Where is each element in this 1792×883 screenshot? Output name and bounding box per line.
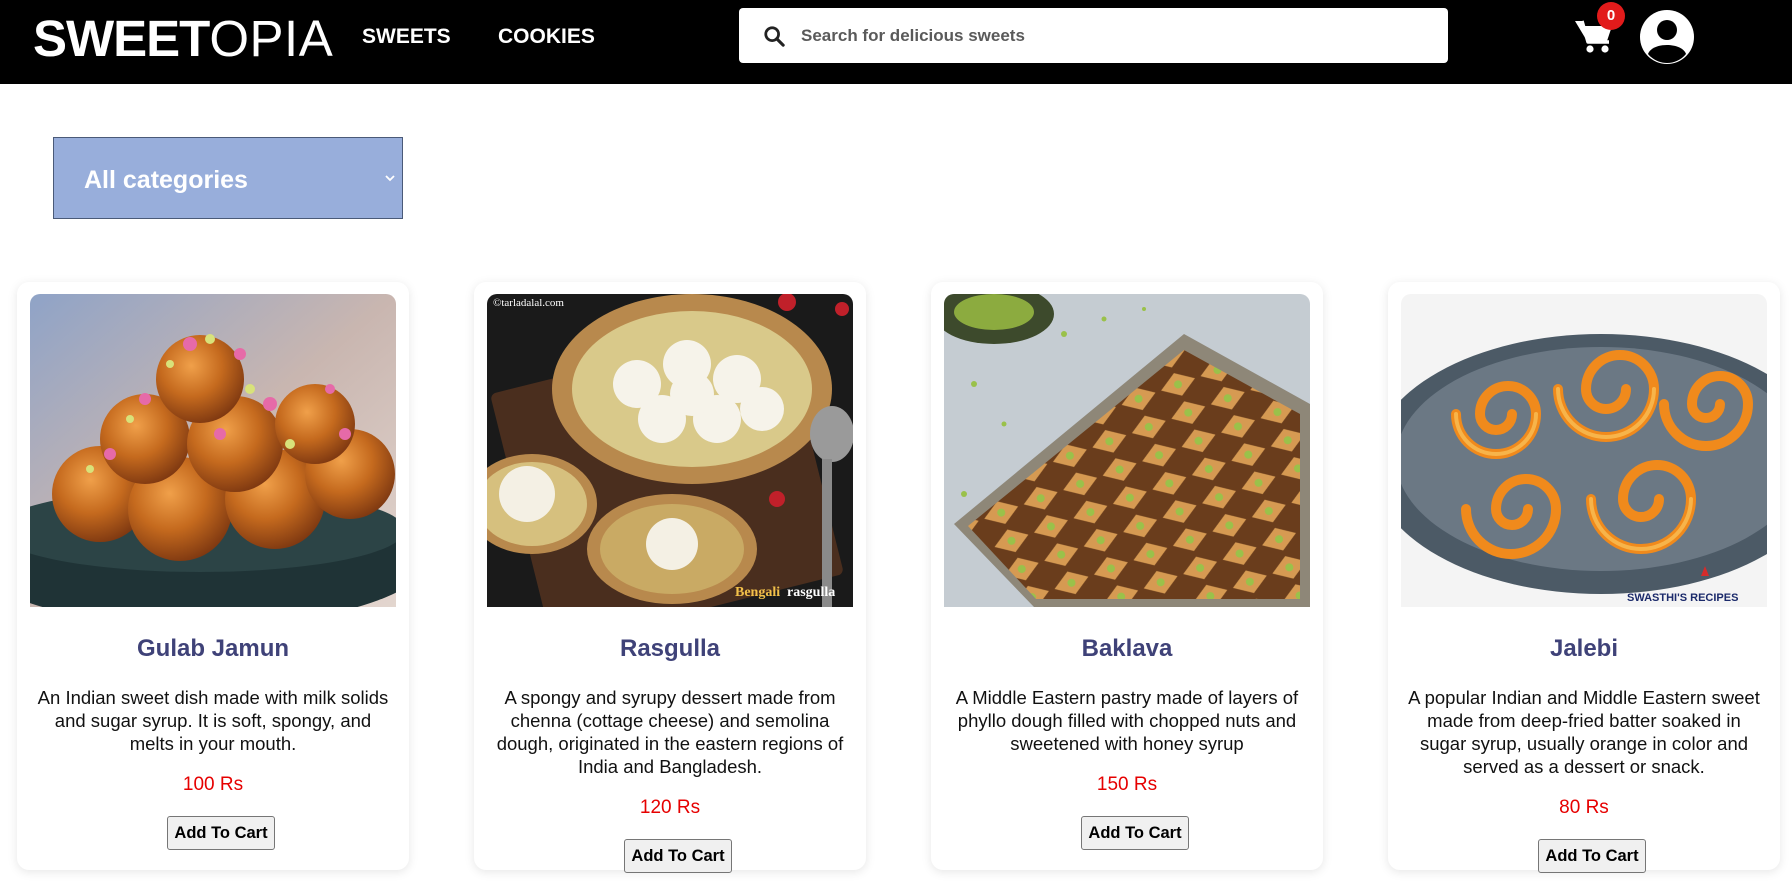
product-card: ©tarladalal.com Bengali rasgulla Rasgull… [474, 282, 866, 873]
brand-logo[interactable]: SWEETOPIA [33, 9, 333, 69]
product-price: 80 Rs [1559, 797, 1609, 818]
product-name: Jalebi [1549, 635, 1619, 662]
category-select-value: All categories [84, 166, 248, 194]
product-price: 120 Rs [639, 797, 701, 818]
add-to-cart-button[interactable]: Add To Cart [1081, 816, 1189, 850]
product-description: An Indian sweet dish made with milk soli… [37, 687, 389, 754]
product-card: Gulab Jamun An Indian sweet dish made wi… [17, 282, 409, 870]
brand-logo-part2: OPIA [209, 10, 334, 67]
product-description: A Middle Eastern pastry made of layers o… [955, 687, 1299, 754]
nav-link-cookies[interactable]: COOKIES [498, 24, 595, 50]
image-watermark: SWASTHI'S RECIPES [1627, 592, 1738, 604]
search-input[interactable] [801, 8, 1431, 63]
image-caption-a: Bengali [735, 585, 780, 600]
search-icon[interactable] [763, 25, 785, 47]
product-image-jalebi: SWASTHI'S RECIPES [1401, 294, 1767, 607]
add-to-cart-button[interactable]: Add To Cart [1538, 839, 1646, 873]
brand-logo-part1: SWEET [33, 10, 210, 67]
product-image-baklava [944, 294, 1310, 607]
product-price: 100 Rs [182, 774, 244, 795]
product-card: Baklava A Middle Eastern pastry made of … [931, 282, 1323, 870]
product-image-rasgulla: ©tarladalal.com Bengali rasgulla [487, 294, 853, 607]
image-watermark: ©tarladalal.com [493, 297, 564, 309]
navbar: SWEETOPIA SWEETS COOKIES 0 [0, 0, 1792, 84]
nav-link-sweets[interactable]: SWEETS [362, 24, 451, 50]
cart-count-badge: 0 [1597, 2, 1625, 30]
product-description: A popular Indian and Middle Eastern swee… [1408, 687, 1760, 777]
product-name: Baklava [1081, 635, 1173, 662]
search-bar [739, 8, 1448, 63]
chevron-down-icon [385, 175, 395, 182]
product-card: SWASTHI'S RECIPES Jalebi A popular India… [1388, 282, 1780, 873]
add-to-cart-button[interactable]: Add To Cart [167, 816, 275, 850]
category-select[interactable]: All categories [53, 137, 403, 219]
add-to-cart-button[interactable]: Add To Cart [624, 839, 732, 873]
user-avatar-icon[interactable] [1639, 9, 1695, 65]
product-price: 150 Rs [1096, 774, 1158, 795]
product-description: A spongy and syrupy dessert made from ch… [496, 687, 844, 777]
product-name: Rasgulla [619, 635, 721, 662]
image-caption-b: rasgulla [787, 585, 835, 600]
product-image-gulab-jamun [30, 294, 396, 607]
product-name: Gulab Jamun [136, 635, 290, 662]
